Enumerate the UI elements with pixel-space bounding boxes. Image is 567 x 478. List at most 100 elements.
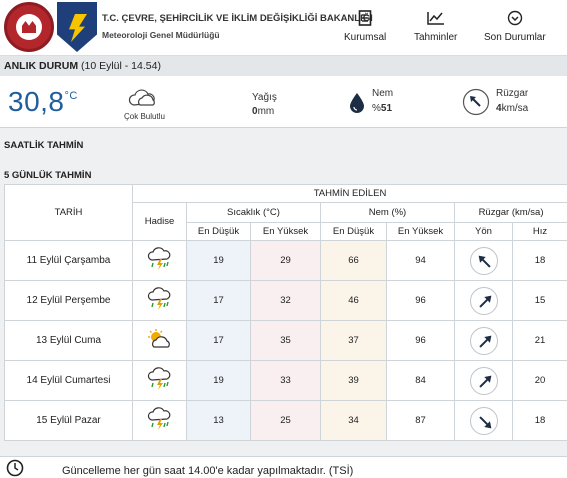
humidity-prefix: % [372,103,381,114]
wind-dir-header: Yön [454,222,513,241]
current-timestamp: (10 Eylül - 14.54) [81,60,161,72]
wind-arrow-icon [469,366,498,395]
nav-son-durumlar[interactable]: Son Durumlar [484,8,546,43]
rain-value: 0mm [252,106,274,117]
current-temperature: 30,8°C [8,86,78,118]
footer-bar: Güncelleme her gün saat 14.00'e kadar ya… [0,456,567,478]
wind-arrow-icon [469,286,498,315]
wind-direction-cell [454,400,513,441]
wind-speed-value: 18 [511,240,567,281]
hum-max-value: 94 [386,240,455,281]
condition-label: Çok Bulutlu [124,112,165,121]
forecast-date: 15 Eylül Pazar [4,400,133,441]
wind-direction-cell [454,240,513,281]
nav-tahminler[interactable]: Tahminler [414,8,457,43]
forecast-date: 14 Eylül Cumartesi [4,360,133,401]
wind-speed-value: 21 [511,320,567,361]
ministry-logo[interactable] [4,2,54,52]
hum-min-value: 66 [320,240,387,281]
col-humidity-header: Nem (%) [320,202,455,223]
temp-min-value: 17 [186,280,251,321]
wind-arrow-icon [469,326,498,355]
col-wind-header: Rüzgar (km/sa) [453,202,567,223]
hum-max-value: 96 [386,320,455,361]
date-header-label: TARİH [54,207,83,218]
forecast-date: 13 Eylül Cuma [4,320,133,361]
forecast-row: 14 Eylül Cumartesi 19 33 39 84 20 [4,360,567,401]
update-notice: Güncelleme her gün saat 14.00'e kadar ya… [62,465,354,477]
temp-max-value: 25 [250,400,321,441]
humidity-drop-icon [348,92,366,119]
wind-arrow-icon [469,246,498,275]
temp-min-value: 13 [186,400,251,441]
hum-min-value: 34 [320,400,387,441]
chevron-circle-icon [484,8,546,28]
wind-speed-value: 18 [511,400,567,441]
forecast-row: 13 Eylül Cuma 17 35 37 96 21 [4,320,567,361]
nav-kurumsal[interactable]: Kurumsal [344,8,386,43]
hum-max-value: 84 [386,360,455,401]
hum-min-value: 46 [320,280,387,321]
clock-icon [6,459,24,478]
wind-speed-header: Hız [511,222,567,241]
humidity-number: 51 [380,103,393,114]
temp-min-value: 19 [186,360,251,401]
wind-value: 4km/sa [496,103,528,114]
mgm-logo[interactable] [57,2,97,52]
current-title: ANLIK DURUM [4,60,79,72]
wind-speed-value: 15 [511,280,567,321]
rain-label: Yağış [252,92,277,103]
partly-cloudy-sun-icon [132,320,187,361]
five-day-forecast-table: TARİH TAHMİN EDİLEN Hadise Sıcaklık (°C)… [4,184,567,441]
temperature-unit: °C [64,90,78,102]
wind-direction-cell [454,360,513,401]
chart-icon [414,8,457,28]
forecast-date: 11 Eylül Çarşamba [4,240,133,281]
col-temp-header: Sıcaklık (°C) [186,202,321,223]
estimated-header: TAHMİN EDİLEN [131,184,567,203]
wind-arrow-icon [469,406,498,435]
org-title: T.C. ÇEVRE, ŞEHİRCİLİK VE İKLİM DEĞİŞİKL… [102,13,373,24]
hum-min-value: 37 [320,320,387,361]
col-date-header: TARİH [4,184,133,241]
thunderstorm-icon [132,240,187,281]
forecast-row: 11 Eylül Çarşamba 19 29 66 94 18 [4,240,567,281]
temp-max-value: 33 [250,360,321,401]
hum-max-value: 87 [386,400,455,441]
hum-max-value: 96 [386,280,455,321]
hum-min-value: 39 [320,360,387,401]
wind-direction-icon [462,88,490,121]
wind-speed-value: 20 [511,360,567,401]
nav-label: Son Durumlar [484,32,546,43]
thunderstorm-icon [132,280,187,321]
temp-min-header: En Düşük [186,222,251,241]
col-event-header: Hadise [132,202,187,241]
current-conditions-panel: 30,8°C Çok Bulutlu Yağış 0mm Nem %51 Rüz… [0,76,567,128]
temp-max-value: 32 [250,280,321,321]
wind-unit: km/sa [501,103,529,114]
forecast-row: 15 Eylül Pazar 13 25 34 87 18 [4,400,567,441]
cloudy-icon [128,88,158,113]
org-subtitle: Meteoroloji Genel Müdürlüğü [102,30,220,40]
wind-direction-cell [454,280,513,321]
rain-unit: mm [257,106,275,117]
temp-max-value: 29 [250,240,321,281]
thunderstorm-icon [132,360,187,401]
current-conditions-title: ANLIK DURUM (10 Eylül - 14.54) [0,56,567,76]
forecast-row: 12 Eylül Perşembe 17 32 46 96 15 [4,280,567,321]
humidity-value: %51 [372,103,392,114]
forecast-date: 12 Eylül Perşembe [4,280,133,321]
nav-label: Kurumsal [344,32,387,43]
wind-direction-cell [454,320,513,361]
hum-min-header: En Düşük [320,222,387,241]
hum-max-header: En Yüksek [386,222,455,241]
humidity-label: Nem [372,88,394,99]
hourly-forecast-title[interactable]: SAATLİK TAHMİN [4,140,83,151]
site-header: T.C. ÇEVRE, ŞEHİRCİLİK VE İKLİM DEĞİŞİKL… [0,0,567,56]
nav-label: Tahminler [414,32,458,43]
temp-min-value: 19 [186,240,251,281]
wind-label: Rüzgar [496,88,529,99]
five-day-forecast-title: 5 GÜNLÜK TAHMİN [4,170,92,181]
temp-min-value: 17 [186,320,251,361]
thunderstorm-icon [132,400,187,441]
